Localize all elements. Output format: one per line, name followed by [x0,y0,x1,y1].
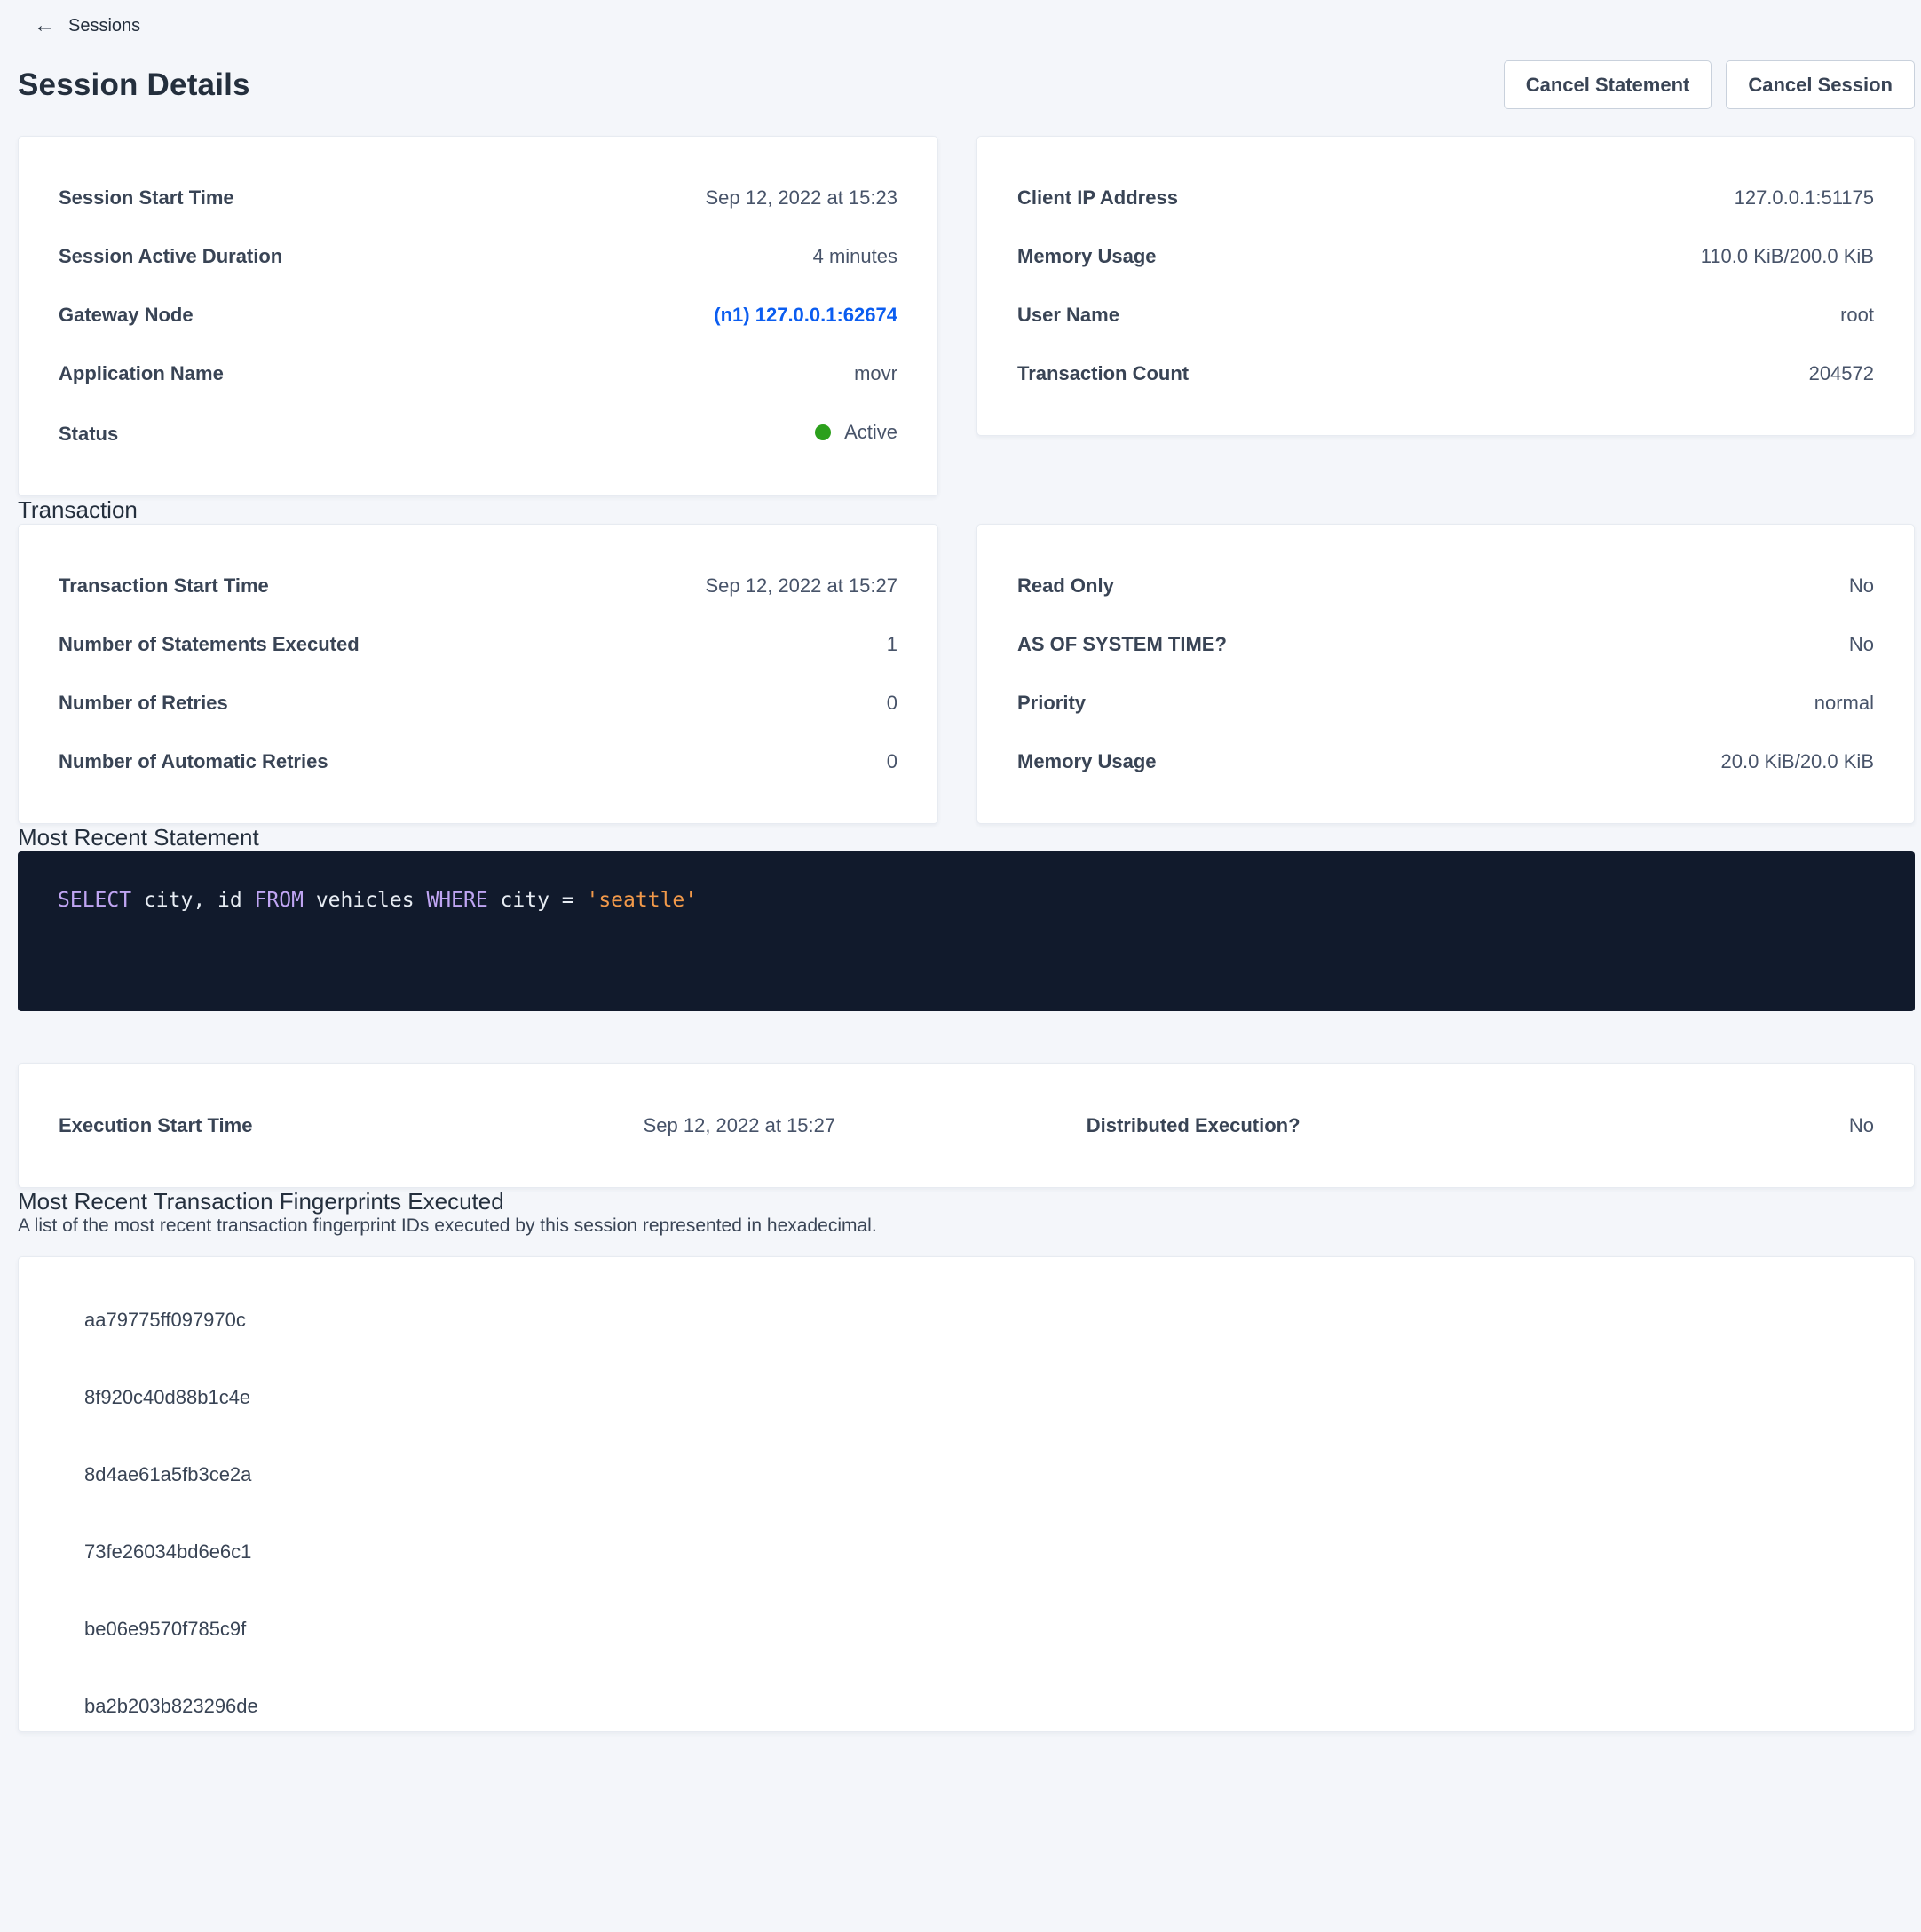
read-only-label: Read Only [1017,569,1114,603]
txn-memory-usage-label: Memory Usage [1017,745,1157,779]
statements-executed-row: Number of Statements Executed 1 [59,628,897,661]
gateway-node-link[interactable]: (n1) 127.0.0.1:62674 [714,298,897,332]
sql-keyword-select: SELECT [58,889,131,912]
session-memory-usage-row: Memory Usage 110.0 KiB/200.0 KiB [1017,240,1874,273]
page-header: Session Details Cancel Statement Cancel … [18,60,1915,109]
sql-keyword-where: WHERE [426,889,487,912]
back-navigation[interactable]: ← Sessions [18,11,1915,41]
fingerprints-card: aa79775ff097970c 8f920c40d88b1c4e 8d4ae6… [18,1256,1915,1732]
user-name-value: root [1840,298,1874,332]
fingerprint-item: 73fe26034bd6e6c1 [19,1539,1914,1564]
sql-string-literal: 'seattle' [586,889,697,912]
transaction-right-card: Read Only No AS OF SYSTEM TIME? No Prior… [976,524,1915,824]
read-only-row: Read Only No [1017,569,1874,603]
read-only-value: No [1849,569,1874,603]
session-active-duration-value: 4 minutes [813,240,897,273]
transaction-count-label: Transaction Count [1017,357,1189,391]
back-arrow-icon[interactable]: ← [34,15,55,36]
gateway-node-row: Gateway Node (n1) 127.0.0.1:62674 [59,298,897,332]
transaction-left-card: Transaction Start Time Sep 12, 2022 at 1… [18,524,938,824]
execution-start-time-value: Sep 12, 2022 at 15:27 [512,1114,966,1137]
client-ip-label: Client IP Address [1017,181,1178,215]
session-details-page: ← Sessions Session Details Cancel Statem… [18,0,1915,1732]
session-start-time-label: Session Start Time [59,181,234,215]
priority-row: Priority normal [1017,686,1874,720]
statements-executed-value: 1 [887,628,897,661]
execution-card: Execution Start Time Sep 12, 2022 at 15:… [18,1063,1915,1188]
cancel-session-button[interactable]: Cancel Session [1726,60,1915,109]
status-active-dot-icon [815,424,831,440]
automatic-retries-row: Number of Automatic Retries 0 [59,745,897,779]
transaction-count-row: Transaction Count 204572 [1017,357,1874,391]
session-active-duration-row: Session Active Duration 4 minutes [59,240,897,273]
cancel-statement-button[interactable]: Cancel Statement [1504,60,1712,109]
sql-statement-text: SELECT city, id FROM vehicles WHERE city… [58,889,1875,912]
fingerprint-item: be06e9570f785c9f [19,1616,1914,1642]
execution-start-time-label: Execution Start Time [59,1114,512,1137]
number-of-retries-value: 0 [887,686,897,720]
automatic-retries-label: Number of Automatic Retries [59,745,328,779]
session-start-time-value: Sep 12, 2022 at 15:23 [705,181,897,215]
session-summary-row: Session Start Time Sep 12, 2022 at 15:23… [18,136,1915,496]
distributed-execution-label: Distributed Execution? [967,1114,1420,1137]
header-actions: Cancel Statement Cancel Session [1504,60,1915,109]
sql-text-table: vehicles [304,889,426,912]
status-badge: Active [815,416,897,449]
transaction-start-time-row: Transaction Start Time Sep 12, 2022 at 1… [59,569,897,603]
fingerprint-item: ba2b203b823296de [19,1693,1914,1719]
fingerprint-item: 8f920c40d88b1c4e [19,1384,1914,1410]
transaction-section-title: Transaction [18,496,1915,524]
application-name-row: Application Name movr [59,357,897,391]
application-name-value: movr [854,357,897,391]
priority-label: Priority [1017,686,1086,720]
status-row: Status Active [59,416,897,451]
back-link-sessions[interactable]: Sessions [68,16,140,36]
number-of-retries-label: Number of Retries [59,686,228,720]
txn-memory-usage-value: 20.0 KiB/20.0 KiB [1721,745,1874,779]
session-info-card: Session Start Time Sep 12, 2022 at 15:23… [18,136,938,496]
distributed-execution-value: No [1420,1114,1874,1137]
transaction-row: Transaction Start Time Sep 12, 2022 at 1… [18,524,1915,824]
number-of-retries-row: Number of Retries 0 [59,686,897,720]
client-info-card: Client IP Address 127.0.0.1:51175 Memory… [976,136,1915,436]
sql-text-condition: city = [488,889,587,912]
page-title: Session Details [18,67,250,103]
as-of-system-time-label: AS OF SYSTEM TIME? [1017,628,1227,661]
statement-section-title: Most Recent Statement [18,824,1915,851]
fingerprint-item: 8d4ae61a5fb3ce2a [19,1461,1914,1487]
priority-value: normal [1814,686,1874,720]
transaction-count-value: 204572 [1809,357,1874,391]
user-name-label: User Name [1017,298,1119,332]
client-ip-row: Client IP Address 127.0.0.1:51175 [1017,181,1874,215]
automatic-retries-value: 0 [887,745,897,779]
txn-memory-usage-row: Memory Usage 20.0 KiB/20.0 KiB [1017,745,1874,779]
application-name-label: Application Name [59,357,224,391]
as-of-system-time-row: AS OF SYSTEM TIME? No [1017,628,1874,661]
transaction-start-time-label: Transaction Start Time [59,569,269,603]
user-name-row: User Name root [1017,298,1874,332]
status-label: Status [59,417,118,451]
fingerprints-section-title: Most Recent Transaction Fingerprints Exe… [18,1188,1915,1215]
statements-executed-label: Number of Statements Executed [59,628,360,661]
session-memory-usage-label: Memory Usage [1017,240,1157,273]
session-active-duration-label: Session Active Duration [59,240,282,273]
sql-statement-block: SELECT city, id FROM vehicles WHERE city… [18,851,1915,1011]
fingerprints-description: A list of the most recent transaction fi… [18,1215,1915,1237]
fingerprint-item: aa79775ff097970c [19,1307,1914,1333]
client-ip-value: 127.0.0.1:51175 [1735,181,1874,215]
sql-text-columns: city, id [131,889,254,912]
status-value: Active [844,416,897,449]
sql-keyword-from: FROM [255,889,304,912]
session-memory-usage-value: 110.0 KiB/200.0 KiB [1701,240,1874,273]
gateway-node-label: Gateway Node [59,298,194,332]
as-of-system-time-value: No [1849,628,1874,661]
transaction-start-time-value: Sep 12, 2022 at 15:27 [705,569,897,603]
session-start-time-row: Session Start Time Sep 12, 2022 at 15:23 [59,181,897,215]
